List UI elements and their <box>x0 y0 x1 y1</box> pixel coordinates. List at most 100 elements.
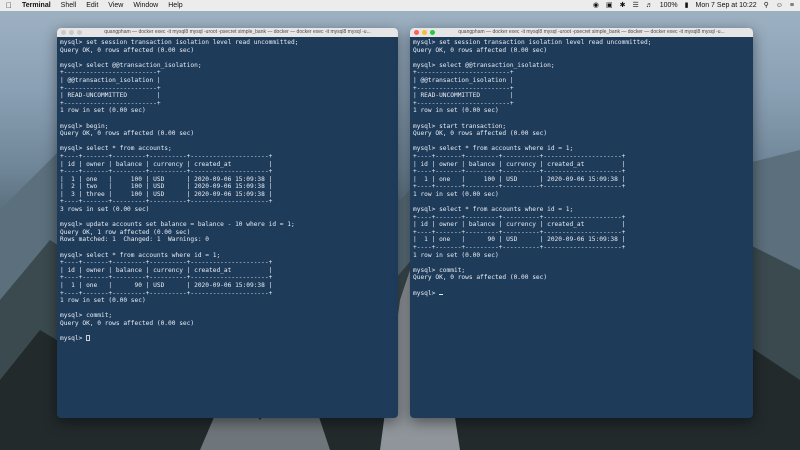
terminal-line: mysql> select * from accounts; <box>60 145 172 153</box>
terminal-line: | READ-UNCOMMITTED | <box>413 92 514 100</box>
close-button[interactable] <box>414 30 419 35</box>
terminal-line: +----+-------+---------+----------+-----… <box>413 228 626 236</box>
terminal-line: | @@transaction_isolation | <box>413 76 514 84</box>
window-title: quangpham — docker exec -it mysql8 mysql… <box>458 29 725 35</box>
terminal-line: +----+-------+---------+----------+-----… <box>413 183 626 191</box>
terminal-output-right[interactable]: mysql> set session transaction isolation… <box>410 37 753 299</box>
terminal-line: mysql> commit; <box>60 312 113 320</box>
menu-list-icon[interactable]: ≡ <box>790 0 794 11</box>
terminal-line: +-------------------------+ <box>60 84 161 92</box>
terminal-line: 1 row in set (0.00 sec) <box>413 190 499 198</box>
terminal-line: | 2 | two | 100 | USD | 2020-09-06 15:09… <box>60 183 273 191</box>
terminal-line: +-------------------------+ <box>413 99 514 107</box>
terminal-line: Query OK, 1 row affected (0.00 sec) <box>60 228 191 236</box>
terminal-line: | id | owner | balance | currency | crea… <box>413 160 626 168</box>
clock[interactable]: Mon 7 Sep at 10:22 <box>696 0 757 11</box>
title-bar-right[interactable]: quangpham — docker exec -it mysql8 mysql… <box>410 28 753 37</box>
menu-edit[interactable]: Edit <box>86 2 98 9</box>
terminal-line: +-------------------------+ <box>413 69 514 77</box>
terminal-line: Query OK, 0 rows affected (0.00 sec) <box>413 46 548 54</box>
terminal-line: mysql> commit; <box>413 266 466 274</box>
title-bar-left[interactable]: quangpham — docker exec -it mysql8 mysql… <box>57 28 398 37</box>
terminal-line: +-------------------------+ <box>60 99 161 107</box>
status-area: ◉ ▣ ✱ ☰ ♬ 100% ▮ Mon 7 Sep at 10:22 ⚲ ☺ … <box>593 0 794 11</box>
battery-icon[interactable]: ▮ <box>685 0 689 11</box>
menu-view[interactable]: View <box>108 2 123 9</box>
terminal-line: | 1 | one | 100 | USD | 2020-09-06 15:09… <box>60 175 273 183</box>
terminal-line: | id | owner | balance | currency | crea… <box>413 221 626 229</box>
volume-icon[interactable]: ♬ <box>646 0 653 11</box>
terminal-line: | 1 | one | 90 | USD | 2020-09-06 15:09:… <box>60 282 273 289</box>
terminal-window-right[interactable]: quangpham — docker exec -it mysql8 mysql… <box>410 28 753 418</box>
user-icon[interactable]: ☺ <box>776 0 783 11</box>
minimize-button[interactable] <box>69 30 74 35</box>
menu-shell[interactable]: Shell <box>61 2 77 9</box>
terminal-line: +----+-------+---------+----------+-----… <box>60 152 273 160</box>
terminal-line: mysql> set session transaction isolation… <box>413 39 652 46</box>
terminal-line: mysql> <box>413 290 750 298</box>
record-icon[interactable]: ◉ <box>593 0 599 11</box>
terminal-line: +----+-------+---------+----------+-----… <box>413 168 626 176</box>
terminal-line: | 1 | one | 90 | USD | 2020-09-06 15:09:… <box>413 236 626 244</box>
terminal-line: mysql> set session transaction isolation… <box>60 39 299 46</box>
terminal-line: | 3 | three | 100 | USD | 2020-09-06 15:… <box>60 190 273 198</box>
terminal-line: +----+-------+---------+----------+-----… <box>413 152 626 160</box>
terminal-line: +----+-------+---------+----------+-----… <box>60 259 273 267</box>
terminal-window-left[interactable]: quangpham — docker exec -it mysql8 mysql… <box>57 28 398 418</box>
terminal-line: 1 row in set (0.00 sec) <box>60 297 146 305</box>
search-icon[interactable]: ⚲ <box>764 0 769 11</box>
terminal-line: +----+-------+---------+----------+-----… <box>60 289 273 297</box>
terminal-line: Query OK, 0 rows affected (0.00 sec) <box>60 46 195 54</box>
battery-percent[interactable]: 100% <box>660 0 678 11</box>
terminal-line: | id | owner | balance | currency | crea… <box>60 160 273 168</box>
docker-icon[interactable]: ▣ <box>606 0 613 11</box>
menu-window[interactable]: Window <box>133 2 158 9</box>
terminal-line: | READ-UNCOMMITTED | <box>60 92 161 100</box>
terminal-line: Query OK, 0 rows affected (0.00 sec) <box>60 319 195 327</box>
terminal-line: 3 rows in set (0.00 sec) <box>60 206 150 214</box>
terminal-line: +-------------------------+ <box>413 84 514 92</box>
terminal-line: 1 row in set (0.00 sec) <box>60 107 146 115</box>
terminal-line: 1 row in set (0.00 sec) <box>413 251 499 259</box>
terminal-line: | id | owner | balance | currency | crea… <box>60 266 273 274</box>
terminal-output-left[interactable]: mysql> set session transaction isolation… <box>57 37 398 345</box>
cursor <box>86 335 91 342</box>
menu-bar:  Terminal Shell Edit View Window Help ◉… <box>0 0 800 11</box>
terminal-line: Query OK, 0 rows affected (0.00 sec) <box>60 130 195 138</box>
menu-help[interactable]: Help <box>168 2 182 9</box>
terminal-line: mysql> select * from accounts where id =… <box>413 206 574 214</box>
cursor <box>439 293 444 295</box>
terminal-line: +-------------------------+ <box>60 69 161 77</box>
terminal-line: mysql> start transaction; <box>413 122 507 130</box>
minimize-button[interactable] <box>422 30 427 35</box>
terminal-line: | 1 | one | 100 | USD | 2020-09-06 15:09… <box>413 175 626 183</box>
terminal-line: 1 row in set (0.00 sec) <box>413 107 499 115</box>
terminal-line: mysql> begin; <box>60 122 109 130</box>
close-button[interactable] <box>61 30 66 35</box>
terminal-line: | @@transaction_isolation | <box>60 76 161 84</box>
terminal-line: +----+-------+---------+----------+-----… <box>413 213 626 221</box>
terminal-line: mysql> <box>60 335 395 343</box>
terminal-line: Query OK, 0 rows affected (0.00 sec) <box>413 130 548 138</box>
terminal-line: +----+-------+---------+----------+-----… <box>60 168 273 176</box>
terminal-line: +----+-------+---------+----------+-----… <box>413 244 626 252</box>
terminal-line: mysql> update accounts set balance = bal… <box>60 221 295 229</box>
window-title: quangpham — docker exec -it mysql8 mysql… <box>104 29 371 35</box>
terminal-line: Rows matched: 1 Changed: 1 Warnings: 0 <box>60 236 210 244</box>
wifi-icon[interactable]: ☰ <box>632 0 638 11</box>
bluetooth-icon[interactable]: ✱ <box>620 0 626 11</box>
apple-menu-icon[interactable]:  <box>6 1 12 10</box>
menu-app-name[interactable]: Terminal <box>22 2 51 9</box>
terminal-line: mysql> select @@transaction_isolation; <box>60 61 202 69</box>
